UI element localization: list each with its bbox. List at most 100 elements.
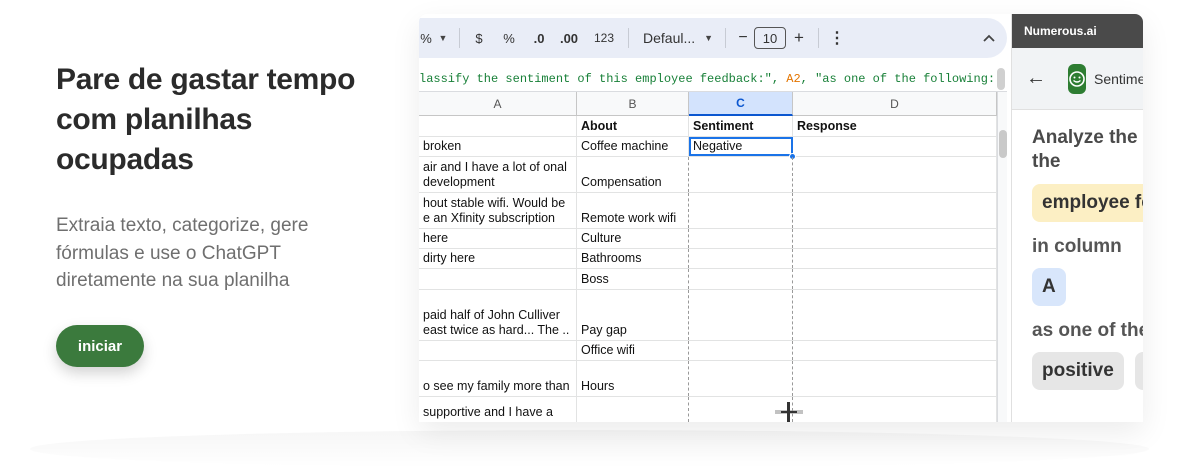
cell-a[interactable]	[419, 116, 577, 136]
zoom-dropdown-icon[interactable]: ▼	[433, 24, 453, 52]
prompt-chip-employee[interactable]: employee fe	[1032, 184, 1143, 222]
cell-c[interactable]	[689, 249, 793, 268]
cell-d[interactable]: Response	[793, 116, 997, 136]
cell-c[interactable]	[689, 157, 793, 192]
cell-a[interactable]: supportive and I have a	[419, 397, 577, 422]
numerous-ai-panel: Numerous.ai ← Sentiment Analyze the s th…	[1011, 14, 1143, 422]
cell-c[interactable]: Sentiment	[689, 116, 793, 136]
back-arrow-icon[interactable]: ←	[1026, 67, 1046, 90]
toolbar-divider	[818, 28, 819, 48]
font-size-decrease-button[interactable]: −	[732, 24, 754, 52]
scrollbar-thumb[interactable]	[999, 130, 1007, 158]
cell-a[interactable]: paid half of John Culliver east twice as…	[419, 290, 577, 340]
cell-d[interactable]	[793, 341, 997, 360]
zoom-percent[interactable]: %	[419, 24, 433, 52]
cell-a[interactable]	[419, 269, 577, 289]
formula-text-1: lassify the sentiment of this employee f…	[419, 72, 787, 86]
cell-a[interactable]: air and I have a lot of onal development	[419, 157, 577, 192]
cell-a[interactable]: o see my family more than	[419, 361, 577, 396]
cell-d[interactable]	[793, 193, 997, 228]
cell-c[interactable]	[689, 361, 793, 396]
font-select[interactable]: Defaul... ▼	[635, 24, 719, 52]
cell-a[interactable]: here	[419, 229, 577, 248]
cell-d[interactable]	[793, 397, 997, 422]
toolbar-divider	[725, 28, 726, 48]
increase-decimal-button[interactable]: .00	[552, 24, 586, 52]
cell-c[interactable]	[689, 269, 793, 289]
cell-d[interactable]	[793, 269, 997, 289]
cell-b[interactable]: Bathrooms	[577, 249, 689, 268]
cell-c[interactable]	[689, 229, 793, 248]
hero: Pare de gastar tempo com planilhas ocupa…	[56, 60, 376, 295]
table-row: air and I have a lot of onal development…	[419, 157, 997, 193]
cell-a[interactable]: hout stable wifi. Would be e an Xfinity …	[419, 193, 577, 228]
cell-d[interactable]	[793, 229, 997, 248]
table-row: About Sentiment Response	[419, 116, 997, 137]
cell-c[interactable]: Negative	[689, 137, 793, 156]
prompt-chip-negative[interactable]: n	[1135, 352, 1143, 390]
cell-b[interactable]: Hours	[577, 361, 689, 396]
font-size-input[interactable]: 10	[754, 27, 786, 49]
table-row: supportive and I have a	[419, 397, 997, 422]
currency-button[interactable]: $	[466, 24, 492, 52]
cell-d[interactable]	[793, 157, 997, 192]
decrease-decimal-button[interactable]: .0	[526, 24, 552, 52]
spreadsheet-screenshot: % ▼ $ % .0 .00 123 Defaul... ▼ − 10 + ⋮ …	[419, 14, 1143, 422]
font-select-label: Defaul...	[643, 30, 696, 46]
panel-brand: Numerous.ai	[1012, 14, 1143, 48]
cell-b[interactable]: About	[577, 116, 689, 136]
collapse-toolbar-icon[interactable]	[971, 24, 1007, 52]
formula-bar[interactable]: lassify the sentiment of this employee f…	[419, 66, 1007, 92]
formula-ref: A2	[786, 72, 801, 86]
hero-title: Pare de gastar tempo com planilhas ocupa…	[56, 63, 356, 176]
cell-d[interactable]	[793, 290, 997, 340]
column-header-b[interactable]: B	[577, 92, 689, 116]
table-row: Office wifi	[419, 341, 997, 361]
prompt-chip-column[interactable]: A	[1032, 268, 1066, 306]
prompt-line-1: Analyze the s	[1032, 127, 1143, 148]
cell-b[interactable]: Office wifi	[577, 341, 689, 360]
cell-c[interactable]	[689, 193, 793, 228]
bot-name: Sentiment	[1094, 70, 1143, 87]
hero-subtitle: Extraia texto, categorize, gere fórmulas…	[56, 215, 309, 291]
smiley-bot-icon	[1068, 63, 1086, 94]
formula-text-2: , "as one of the following:	[800, 72, 996, 86]
column-header-c[interactable]: C	[689, 92, 793, 116]
cell-d[interactable]	[793, 361, 997, 396]
cell-b[interactable]: Remote work wifi	[577, 193, 689, 228]
cell-c[interactable]	[689, 341, 793, 360]
cell-b[interactable]	[577, 397, 689, 422]
percent-button[interactable]: %	[492, 24, 526, 52]
floor-shadow	[30, 430, 1149, 468]
prompt-chip-positive[interactable]: positive	[1032, 352, 1124, 390]
formula-scrollbar[interactable]	[997, 68, 1005, 90]
cell-a[interactable]: broken	[419, 137, 577, 156]
cell-b[interactable]: Pay gap	[577, 290, 689, 340]
prompt-label-options: as one of the	[1032, 320, 1143, 341]
cell-a[interactable]	[419, 341, 577, 360]
sheet-grid: A B C D About Sentiment Response broken Coff…	[419, 92, 1007, 422]
table-row: Boss	[419, 269, 997, 290]
start-button[interactable]: iniciar	[56, 325, 144, 367]
panel-nav: ← Sentiment	[1012, 48, 1143, 110]
table-row: here Culture	[419, 229, 997, 249]
table-row: o see my family more than Hours	[419, 361, 997, 397]
toolbar-divider	[628, 28, 629, 48]
column-header-a[interactable]: A	[419, 92, 577, 116]
cell-d[interactable]	[793, 137, 997, 156]
cell-b[interactable]: Boss	[577, 269, 689, 289]
resize-cursor-icon	[775, 402, 803, 422]
number-format-button[interactable]: 123	[586, 24, 622, 52]
more-options-icon[interactable]: ⋮	[825, 24, 849, 52]
table-row: dirty here Bathrooms	[419, 249, 997, 269]
cell-a[interactable]: dirty here	[419, 249, 577, 268]
cell-c[interactable]	[689, 290, 793, 340]
cell-d[interactable]	[793, 249, 997, 268]
cell-b[interactable]: Compensation	[577, 157, 689, 192]
prompt-label-column: in column	[1032, 236, 1122, 257]
column-header-d[interactable]: D	[793, 92, 997, 116]
cell-b[interactable]: Culture	[577, 229, 689, 248]
prompt-line-2: the	[1032, 151, 1061, 172]
font-size-increase-button[interactable]: +	[786, 24, 812, 52]
cell-b[interactable]: Coffee machine	[577, 137, 689, 156]
